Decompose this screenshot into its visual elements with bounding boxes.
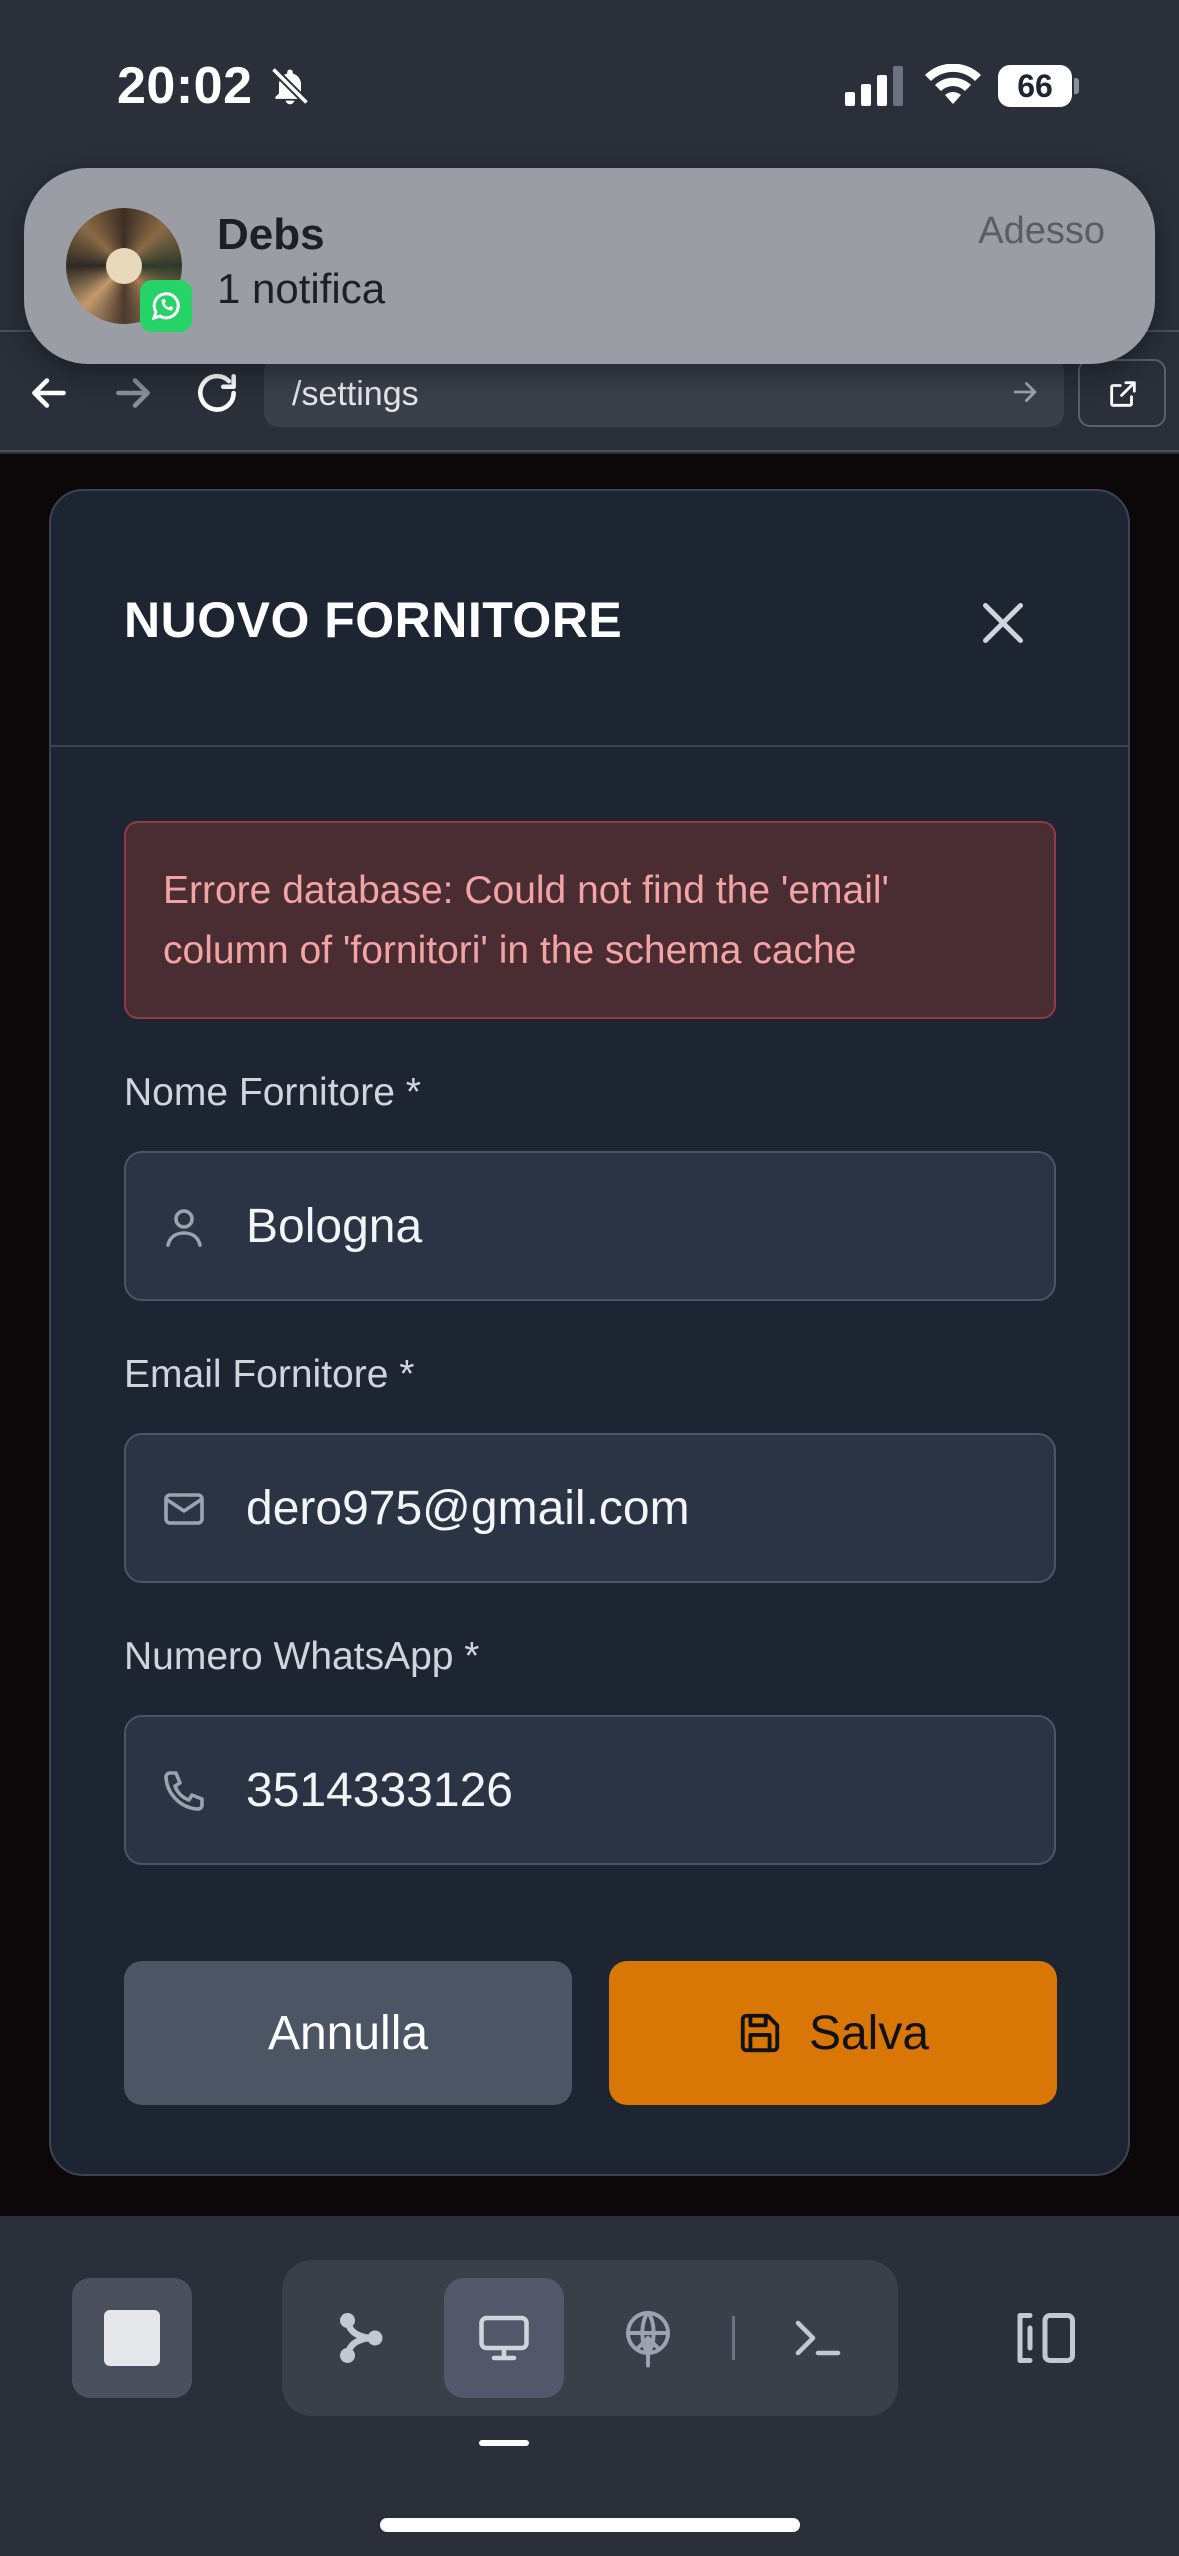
toolbar-divider — [732, 2316, 735, 2360]
supplier-name-field[interactable] — [124, 1151, 1056, 1301]
cancel-button-label: Annulla — [267, 2006, 429, 2060]
home-indicator[interactable] — [380, 2518, 800, 2532]
url-bar[interactable]: /settings — [264, 357, 1064, 427]
error-message: Errore database: Could not find the 'ema… — [163, 869, 889, 972]
notification-banner[interactable]: Debs 1 notifica Adesso — [24, 168, 1155, 364]
monitor-icon — [479, 2315, 529, 2361]
modal-title: NUOVO FORNITORE — [124, 592, 623, 648]
error-alert: Errore database: Could not find the 'ema… — [124, 821, 1056, 1019]
supplier-name-label: Nome Fornitore * — [124, 1071, 421, 1114]
forward-arrow-icon[interactable] — [108, 368, 158, 418]
network-button[interactable] — [588, 2278, 708, 2398]
status-bar: 20:02 66 — [0, 0, 1179, 170]
phone-icon — [164, 1771, 204, 1811]
external-link-icon — [1110, 381, 1136, 407]
stop-icon — [104, 2310, 160, 2366]
close-icon[interactable] — [973, 593, 1033, 653]
mail-icon — [164, 1493, 204, 1525]
save-button[interactable]: Salva — [609, 1961, 1057, 2105]
new-supplier-modal: NUOVO FORNITORE Errore database: Could n… — [49, 489, 1130, 2176]
notification-body: 1 notifica — [217, 265, 386, 312]
supplier-email-field[interactable] — [124, 1433, 1056, 1583]
terminal-button[interactable] — [758, 2278, 878, 2398]
modal-header: NUOVO FORNITORE — [51, 491, 1128, 747]
battery-indicator: 66 — [998, 65, 1079, 107]
url-text: /settings — [292, 375, 419, 413]
back-arrow-icon[interactable] — [24, 368, 74, 418]
notification-time: Adesso — [978, 210, 1105, 252]
bell-muted-icon — [270, 66, 310, 106]
whatsapp-icon — [140, 280, 192, 332]
desktop-button[interactable] — [444, 2278, 564, 2398]
go-arrow-icon[interactable] — [1008, 375, 1042, 409]
whatsapp-number-field[interactable] — [124, 1715, 1056, 1865]
globe-upload-icon — [626, 2311, 670, 2368]
page-indicator — [479, 2440, 529, 2446]
cancel-button[interactable]: Annulla — [124, 1961, 572, 2105]
side-panel-icon[interactable] — [1010, 2308, 1080, 2368]
signal-icon — [845, 66, 903, 106]
save-button-label: Salva — [808, 2006, 930, 2060]
user-icon — [166, 1209, 202, 1247]
supplier-name-input[interactable] — [246, 1153, 1036, 1299]
tool-group — [282, 2260, 898, 2416]
supplier-email-input[interactable] — [246, 1435, 1036, 1581]
supplier-email-label: Email Fornitore * — [124, 1353, 415, 1396]
branch-icon — [340, 2313, 383, 2363]
battery-percent: 66 — [1017, 68, 1053, 104]
reload-icon[interactable] — [192, 368, 242, 418]
branch-button[interactable] — [300, 2278, 420, 2398]
whatsapp-number-input[interactable] — [246, 1717, 1036, 1863]
terminal-icon — [795, 2320, 841, 2356]
save-icon — [740, 2013, 780, 2053]
open-external-button[interactable] — [1078, 359, 1166, 427]
stop-button[interactable] — [72, 2278, 192, 2398]
status-time: 20:02 — [117, 57, 253, 115]
wifi-icon — [925, 64, 981, 104]
notification-title: Debs — [217, 210, 325, 259]
bottom-toolbar — [0, 2216, 1179, 2556]
whatsapp-number-label: Numero WhatsApp * — [124, 1635, 480, 1678]
